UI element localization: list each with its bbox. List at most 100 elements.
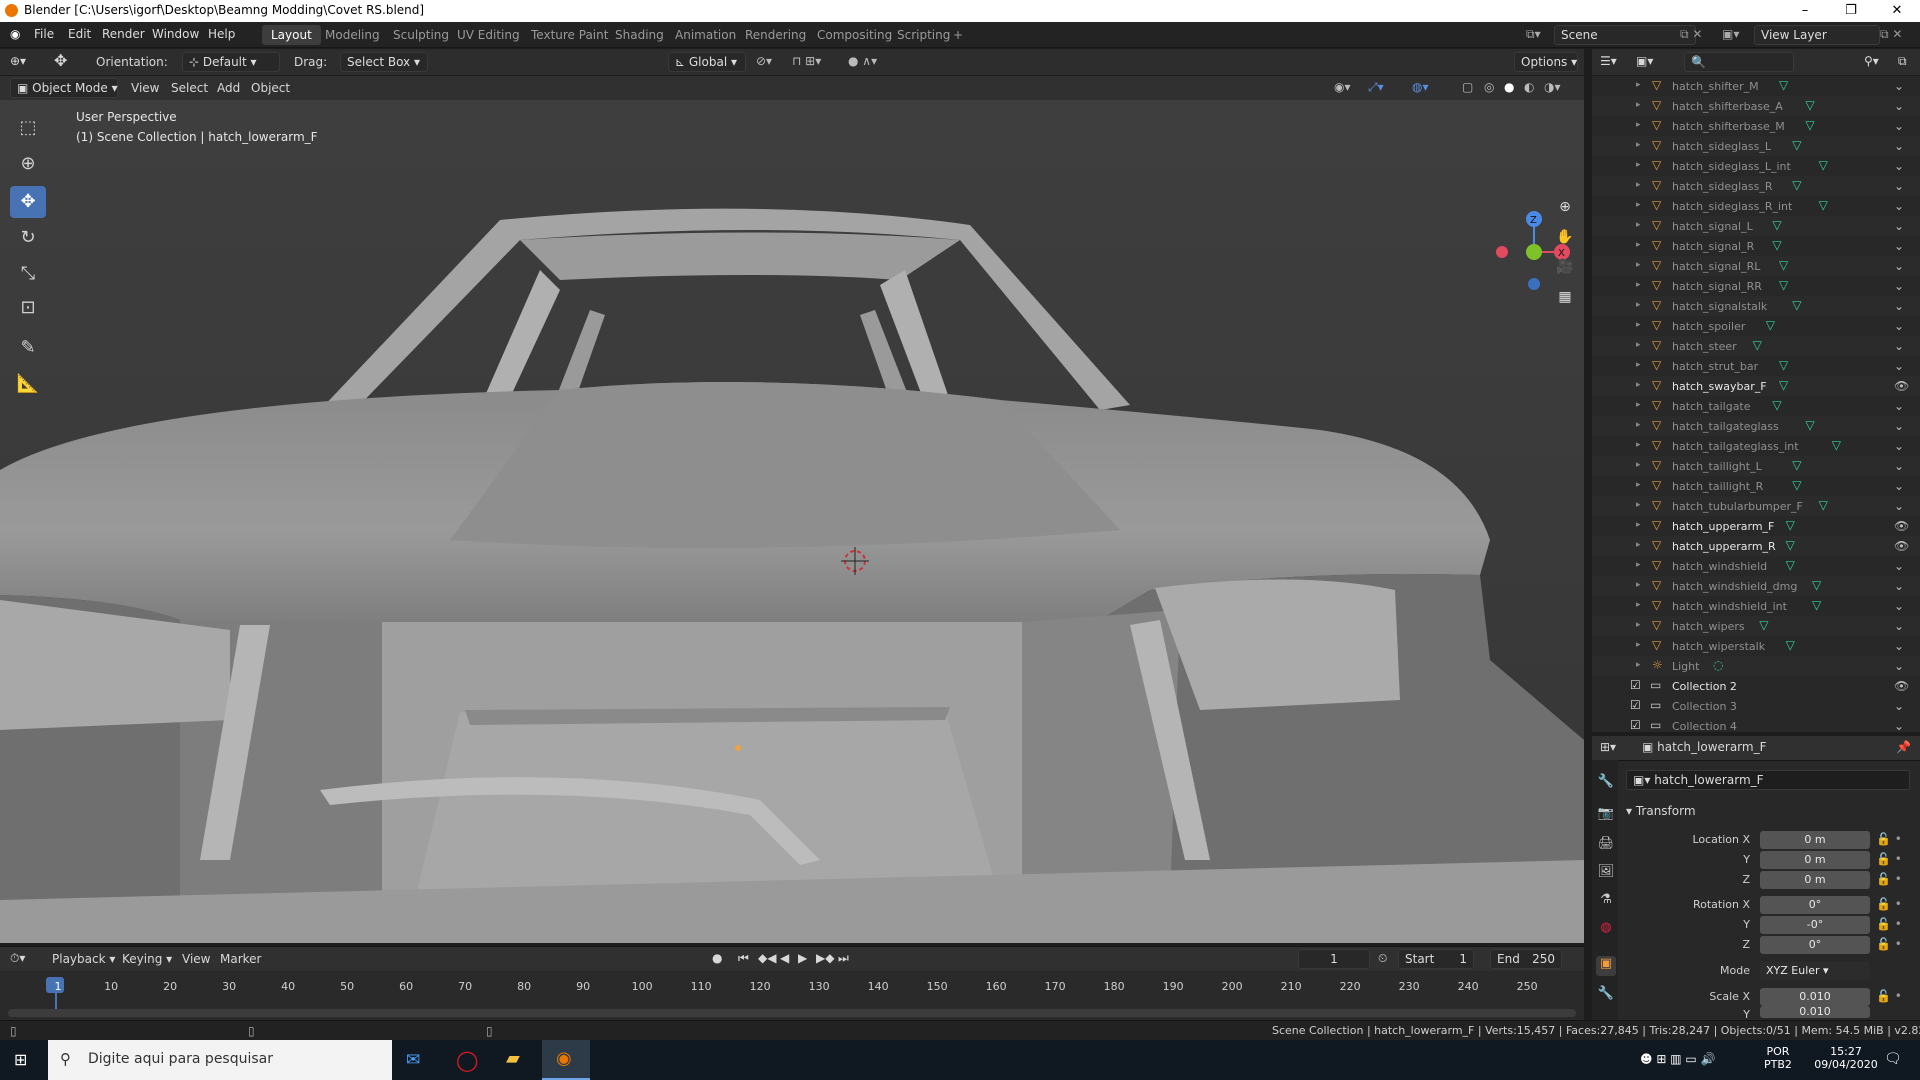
gizmo-toggle-icon[interactable]: ⤢▾ [1368,80,1384,95]
camera-view-icon[interactable]: 🎥 [1552,254,1578,280]
outliner-collection[interactable]: ☑ ▭ Collection 3 ⌄ [1592,696,1920,716]
tray-icons[interactable]: ☻ ⊞ ▥ ▭ 🔊 [1640,1052,1715,1066]
location-x-field[interactable]: 0 m [1760,831,1870,849]
expand-arrow-icon[interactable]: ▸ [1636,560,1641,570]
menu-window[interactable]: Window [152,27,199,41]
expand-arrow-icon[interactable]: ▸ [1636,520,1641,530]
expand-arrow-icon[interactable]: ▸ [1636,600,1641,610]
tab-rendering[interactable]: Rendering [736,25,815,45]
gizmo-neg-z[interactable] [1528,278,1540,290]
mesh-data-icon[interactable]: ▽ [1779,78,1788,92]
expand-arrow-icon[interactable]: ▸ [1636,460,1641,470]
outliner-collection[interactable]: ☑ ▭ Collection 2 👁 [1592,676,1920,696]
expand-arrow-icon[interactable]: ▸ [1636,300,1641,310]
modifier-tab-icon[interactable]: 🔧 [1596,986,1616,1006]
mesh-data-icon[interactable]: ▽ [1786,638,1795,652]
outliner-item[interactable]: ▸ ▽ hatch_spoiler ▽ ⌄ [1592,316,1920,336]
scene-selector[interactable]: Scene [1554,25,1696,45]
eye-closed-icon[interactable]: ⌄ [1894,599,1904,613]
mesh-data-icon[interactable]: ▽ [1779,278,1788,292]
scene-icon[interactable]: ⧉▾ [1526,27,1541,42]
lock-icon[interactable]: 🔓 • [1876,897,1902,911]
collection-checkbox[interactable]: ☑ [1630,698,1641,712]
outliner-item[interactable]: ▸ ▽ hatch_sideglass_R_int ▽ ⌄ [1592,196,1920,216]
expand-arrow-icon[interactable]: ▸ [1636,380,1641,390]
rotation-z-field[interactable]: 0° [1760,936,1870,954]
outliner-item[interactable]: ▸ ▽ hatch_sideglass_R ▽ ⌄ [1592,176,1920,196]
expand-arrow-icon[interactable]: ▸ [1636,400,1641,410]
menu-view[interactable]: View [131,81,159,95]
outliner-item[interactable]: ▸ ▽ hatch_tailgateglass_int ▽ ⌄ [1592,436,1920,456]
eye-closed-icon[interactable]: ⌄ [1894,239,1904,253]
eye-icon[interactable]: 👁 [1894,539,1909,553]
mesh-data-icon[interactable]: ▽ [1786,538,1795,552]
expand-arrow-icon[interactable]: ▸ [1636,640,1641,650]
mesh-data-icon[interactable]: ▽ [1792,178,1801,192]
pin-icon[interactable]: 📌 [1896,740,1911,754]
gizmo-neg-x[interactable] [1496,246,1508,258]
expand-arrow-icon[interactable]: ▸ [1636,320,1641,330]
eye-closed-icon[interactable]: ⌄ [1894,319,1904,333]
proportional-editing-icon[interactable]: ● ∧▾ [848,54,877,68]
expand-arrow-icon[interactable]: ▸ [1636,220,1641,230]
tab-layout[interactable]: Layout [262,25,321,45]
blender-menu-icon[interactable]: ◉ [10,27,20,41]
expand-arrow-icon[interactable]: ▸ [1636,440,1641,450]
mesh-data-icon[interactable]: ▽ [1812,578,1821,592]
view-layer-tab-icon[interactable]: 🖼 [1596,864,1616,884]
mesh-data-icon[interactable]: ▽ [1772,398,1781,412]
rotation-x-field[interactable]: 0° [1760,896,1870,914]
scale-tool-icon[interactable]: ⤡ [10,258,46,290]
outliner-item[interactable]: ▸ ▽ hatch_windshield_dmg ▽ ⌄ [1592,576,1920,596]
mesh-data-icon[interactable]: ▽ [1786,558,1795,572]
outliner-item[interactable]: ▸ ▽ hatch_shifterbase_M ▽ ⌄ [1592,116,1920,136]
outliner-item[interactable]: ▸ ▽ hatch_signal_RR ▽ ⌄ [1592,276,1920,296]
outliner-item[interactable]: ▸ ▽ hatch_signal_R ▽ ⌄ [1592,236,1920,256]
eye-closed-icon[interactable]: ⌄ [1894,399,1904,413]
viewport-3d[interactable]: Z X User Perspective (1) Scene Collectio… [0,100,1584,943]
jump-start-icon[interactable]: ⏮ [738,951,749,966]
rotation-mode-dropdown[interactable]: XYZ Euler ▾ [1760,962,1870,980]
notification-icon[interactable]: 🗨 [1884,1051,1902,1067]
overlays-icon[interactable]: ◍▾ [1412,80,1429,94]
outliner-item[interactable]: ▸ ▽ hatch_tubularbumper_F ▽ ⌄ [1592,496,1920,516]
eye-icon[interactable]: 👁 [1894,519,1909,533]
annotate-tool-icon[interactable]: ✎ [10,332,46,364]
add-workspace-button[interactable]: + [944,25,972,45]
mesh-data-icon[interactable]: ▽ [1779,258,1788,272]
tab-uv-editing[interactable]: UV Editing [448,25,529,45]
mesh-data-icon[interactable]: ▽ [1805,98,1814,112]
expand-arrow-icon[interactable]: ▸ [1636,140,1641,150]
prev-keyframe-icon[interactable]: ◆◀ [758,951,776,965]
close-button[interactable]: ✕ [1874,0,1920,22]
eye-closed-icon[interactable]: ⌄ [1894,619,1904,633]
timeline-menu-view[interactable]: View [182,952,210,966]
expand-arrow-icon[interactable]: ▸ [1636,420,1641,430]
file-explorer-app-icon[interactable]: ▰ [506,1048,520,1069]
new-scene-icon[interactable]: ⧉ ✕ [1680,27,1702,42]
mesh-data-icon[interactable]: ▽ [1766,318,1775,332]
snap-icon[interactable]: ⊓ ⊞▾ [792,54,821,68]
expand-arrow-icon[interactable]: ▸ [1636,260,1641,270]
play-icon[interactable]: ▶ [798,951,807,965]
mesh-data-icon[interactable]: ▽ [1792,298,1801,312]
windows-start-icon[interactable]: ⊞ [14,1050,27,1069]
mesh-data-icon[interactable]: ▽ [1759,618,1768,632]
outliner-item[interactable]: ▸ ▽ hatch_shifter_M ▽ ⌄ [1592,76,1920,96]
expand-arrow-icon[interactable]: ▸ [1636,500,1641,510]
eye-closed-icon[interactable]: ⌄ [1894,639,1904,653]
expand-arrow-icon[interactable]: ▸ [1636,180,1641,190]
eye-closed-icon[interactable]: ⌄ [1894,439,1904,453]
new-collection-icon[interactable]: ⧉ [1898,54,1907,69]
outlook-app-icon[interactable]: ✉ [406,1050,420,1070]
scale-y-field[interactable]: 0.010 [1760,1006,1870,1018]
drag-dropdown[interactable]: Select Box ▾ [340,52,428,72]
filter-icon[interactable]: ⚲▾ [1864,54,1879,68]
render-tab-icon[interactable]: 📷 [1596,806,1616,826]
outliner-item[interactable]: ▸ ▽ hatch_strut_bar ▽ ⌄ [1592,356,1920,376]
eye-closed-icon[interactable]: ⌄ [1894,419,1904,433]
outliner-item[interactable]: ▸ ▽ hatch_shifterbase_A ▽ ⌄ [1592,96,1920,116]
current-frame-field[interactable]: 1 [1298,949,1370,969]
perspective-grid-icon[interactable]: ▦ [1552,284,1578,310]
rotation-y-field[interactable]: -0° [1760,916,1870,934]
